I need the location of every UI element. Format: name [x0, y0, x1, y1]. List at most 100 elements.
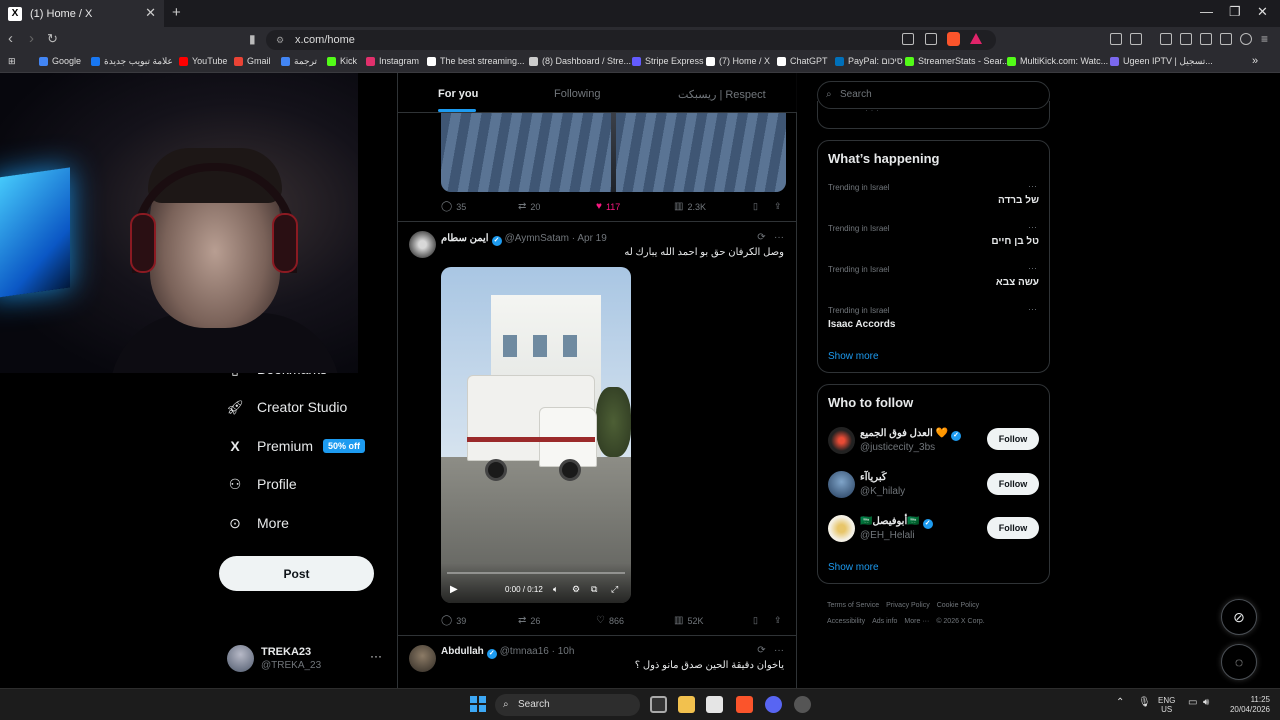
- repost-button[interactable]: ⇄ 26: [518, 615, 540, 626]
- bookmark-item[interactable]: ChatGPT: [777, 56, 828, 66]
- follow-suggestion-handle[interactable]: @K_hilaly: [860, 486, 905, 497]
- task-view-icon[interactable]: [650, 696, 667, 713]
- show-more-link[interactable]: Show more: [828, 351, 879, 362]
- site-info-icon[interactable]: ⚙: [276, 30, 284, 50]
- follow-button[interactable]: Follow: [987, 428, 1039, 450]
- bookmark-item[interactable]: ترجمة: [281, 56, 317, 67]
- more-dots-icon[interactable]: ···: [1028, 263, 1037, 273]
- trend-item[interactable]: Isaac Accords: [828, 319, 895, 330]
- bookmark-item[interactable]: Gmail: [234, 56, 271, 66]
- nav-premium[interactable]: X Premium 50% off: [227, 438, 366, 454]
- close-tab-icon[interactable]: ✕: [145, 5, 156, 21]
- follow-button[interactable]: Follow: [987, 473, 1039, 495]
- more-bookmarks-icon[interactable]: »: [1252, 55, 1258, 67]
- footer-link[interactable]: Cookie Policy: [937, 602, 979, 609]
- clock[interactable]: 11:25 20/04/2026: [1220, 695, 1270, 715]
- post-button[interactable]: Post: [219, 556, 374, 591]
- more-dots-icon[interactable]: ···: [774, 232, 784, 243]
- video-progress-bar[interactable]: [447, 572, 625, 574]
- share-icon[interactable]: ⇪: [774, 615, 782, 626]
- more-dots-icon[interactable]: ···: [1028, 304, 1037, 314]
- bookmark-item[interactable]: علامة تبويب جديدة: [91, 56, 173, 67]
- show-more-link[interactable]: Show more: [828, 562, 879, 573]
- follow-suggestion-name[interactable]: العدل فوق الجميع 🧡 ✓: [860, 428, 964, 441]
- footer-link[interactable]: Ads info: [872, 618, 897, 625]
- post-date[interactable]: 10h: [558, 646, 575, 657]
- share-icon[interactable]: ⇪: [774, 201, 782, 212]
- bookmark-page-icon[interactable]: ▮: [249, 32, 256, 46]
- brave-rewards-icon[interactable]: [970, 33, 982, 44]
- file-explorer-icon[interactable]: [678, 696, 695, 713]
- media-icon[interactable]: [1160, 33, 1172, 45]
- grok-icon[interactable]: ⟳: [757, 645, 765, 656]
- volume-icon[interactable]: 🔈︎: [553, 584, 558, 595]
- network-icon[interactable]: ▭: [1188, 697, 1197, 708]
- messages-fab-button[interactable]: ◌: [1221, 644, 1257, 680]
- bookmark-item[interactable]: YouTube: [179, 56, 227, 66]
- search-input[interactable]: ⌕ Search: [817, 81, 1050, 109]
- maximize-icon[interactable]: ❐: [1229, 4, 1241, 20]
- nav-more[interactable]: ⊙ More: [227, 515, 289, 532]
- bookmark-item[interactable]: Instagram: [366, 56, 419, 66]
- settings-app-icon[interactable]: [794, 696, 811, 713]
- follow-button[interactable]: Follow: [987, 517, 1039, 539]
- share-icon[interactable]: [925, 33, 937, 45]
- follow-suggestion-name[interactable]: 🇸🇦أبوفيصل🇸🇦 ✓: [860, 516, 936, 529]
- follow-suggestion-handle[interactable]: @EH_Helali: [860, 530, 915, 541]
- discord-icon[interactable]: [765, 696, 782, 713]
- bookmark-item[interactable]: (7) Home / X: [706, 56, 770, 66]
- footer-link[interactable]: Privacy Policy: [886, 602, 930, 609]
- more-dots-icon[interactable]: ···: [1028, 222, 1037, 232]
- repost-button[interactable]: ⇄ 20: [518, 201, 540, 212]
- bookmark-item[interactable]: Google: [39, 56, 81, 66]
- tab-respect[interactable]: ريسبكت | Respect: [678, 88, 766, 101]
- leo-icon[interactable]: [1200, 33, 1212, 45]
- extensions-icon[interactable]: [1110, 33, 1122, 45]
- avatar[interactable]: [828, 471, 855, 498]
- follow-suggestion-handle[interactable]: @justicecity_3bs: [860, 442, 935, 453]
- picture-in-picture-icon[interactable]: ⧉: [591, 584, 597, 595]
- like-button[interactable]: ♥ 117: [596, 201, 620, 212]
- like-button[interactable]: ♡ 866: [596, 615, 624, 626]
- wallet-icon[interactable]: [1130, 33, 1142, 45]
- tray-overflow-icon[interactable]: ⌃: [1116, 697, 1124, 708]
- tab-following[interactable]: Following: [554, 88, 600, 100]
- back-icon[interactable]: ‹: [8, 30, 13, 47]
- menu-icon[interactable]: ≡: [1261, 32, 1268, 46]
- trend-item[interactable]: טל בן חיים: [991, 236, 1039, 247]
- views-button[interactable]: ▥ 2.3K: [674, 201, 706, 212]
- settings-gear-icon[interactable]: ⚙: [572, 584, 580, 595]
- trend-item[interactable]: של ברדה: [998, 195, 1039, 206]
- bookmark-icon[interactable]: ▯: [753, 201, 758, 212]
- footer-link[interactable]: Terms of Service: [827, 602, 879, 609]
- post-author-name[interactable]: ايمن سطام: [441, 233, 489, 244]
- brave-shields-icon[interactable]: [947, 32, 960, 46]
- bookmark-item[interactable]: StreamerStats - Sear...: [905, 56, 1010, 66]
- volume-icon[interactable]: 🔊︎: [1203, 697, 1209, 708]
- cast-icon[interactable]: [902, 33, 914, 45]
- grok-fab-button[interactable]: ⊘: [1221, 599, 1257, 635]
- nav-profile[interactable]: ⚇ Profile: [227, 476, 297, 493]
- minimize-icon[interactable]: —: [1200, 4, 1213, 19]
- apps-grid-icon[interactable]: ⊞: [8, 56, 16, 67]
- post-author-handle[interactable]: @AymnSatam: [505, 233, 569, 244]
- account-switcher[interactable]: TREKA23 @TREKA_23 ···: [227, 645, 387, 675]
- bookmark-item[interactable]: Kick: [327, 56, 357, 66]
- close-window-icon[interactable]: ✕: [1257, 4, 1268, 20]
- tab-for-you[interactable]: For you: [438, 88, 478, 100]
- post-author-name[interactable]: Abdullah: [441, 646, 484, 657]
- language-indicator[interactable]: ENG US: [1158, 696, 1175, 714]
- fullscreen-icon[interactable]: ⤢: [611, 584, 618, 595]
- avatar[interactable]: [828, 427, 855, 454]
- windows-start-icon[interactable]: [470, 696, 486, 712]
- trend-item[interactable]: עשה צבא: [996, 277, 1039, 288]
- views-button[interactable]: ▥ 52K: [674, 615, 703, 626]
- reply-button[interactable]: ◯ 39: [441, 615, 466, 626]
- follow-suggestion-name[interactable]: كَبرياآء: [860, 472, 887, 483]
- reply-button[interactable]: ◯ 35: [441, 201, 466, 212]
- grok-icon[interactable]: ⟳: [757, 232, 765, 243]
- bookmark-item[interactable]: (8) Dashboard / Stre...: [529, 56, 631, 66]
- forward-icon[interactable]: ›: [29, 30, 34, 47]
- store-icon[interactable]: [706, 696, 723, 713]
- post-author-handle[interactable]: @tmnaa16: [500, 646, 549, 657]
